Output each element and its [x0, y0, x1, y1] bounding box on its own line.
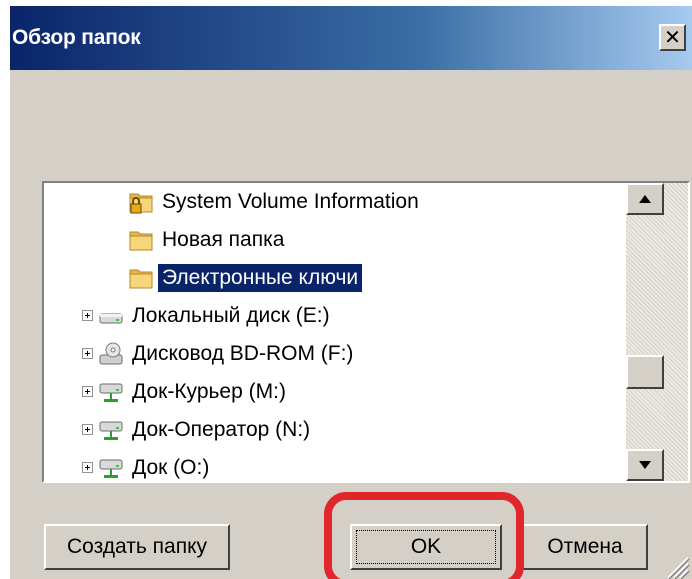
scroll-down-button[interactable] — [626, 449, 664, 481]
tree-item-electronic-keys[interactable]: Электронные ключи — [44, 259, 626, 297]
tree-item-new-folder[interactable]: Новая папка — [44, 221, 626, 259]
tree-item-label: Док (O:) — [132, 456, 210, 479]
expand-plus-icon[interactable] — [82, 348, 93, 359]
expand-plus-icon[interactable] — [82, 386, 93, 397]
tree-item-dok-operator-n[interactable]: Док-Оператор (N:) — [44, 411, 626, 449]
close-icon: ✕ — [664, 26, 681, 49]
tree-item-dok-o[interactable]: Док (O:) — [44, 449, 626, 481]
expand-plus-icon[interactable] — [82, 310, 93, 321]
expand-plus-icon[interactable] — [82, 424, 93, 435]
folder-tree[interactable]: System Volume Information Новая папка Эл… — [42, 181, 690, 483]
cancel-button[interactable]: Отмена — [522, 524, 648, 570]
tree-item-bd-rom-f[interactable]: Дисковод BD-ROM (F:) — [44, 335, 626, 373]
arrow-down-icon — [639, 461, 651, 469]
tree-item-label: Дисковод BD-ROM (F:) — [132, 342, 354, 365]
tree-item-local-disk-e[interactable]: Локальный диск (E:) — [44, 297, 626, 335]
title-bar[interactable]: Обзор папок ✕ — [10, 6, 692, 70]
browse-folders-dialog: Обзор папок ✕ System Volume Information — [10, 6, 692, 579]
ok-highlight-ring — [324, 492, 524, 579]
tree-item-system-volume-information[interactable]: System Volume Information — [44, 183, 626, 221]
optical-drive-icon — [99, 342, 123, 365]
expand-plus-icon[interactable] — [82, 462, 93, 473]
folder-tree-list: System Volume Information Новая папка Эл… — [44, 183, 626, 481]
tree-item-label: Док-Курьер (M:) — [132, 380, 286, 403]
resize-grip-icon[interactable] — [662, 552, 690, 579]
network-drive-icon — [99, 421, 123, 440]
tree-item-label: Док-Оператор (N:) — [132, 418, 311, 441]
close-button[interactable]: ✕ — [659, 24, 686, 51]
vertical-scrollbar[interactable] — [626, 183, 664, 481]
tree-item-label: Новая папка — [162, 228, 285, 251]
tree-item-label: Локальный диск (E:) — [132, 304, 330, 327]
tree-item-label-selected: Электронные ключи — [158, 264, 363, 292]
create-folder-button[interactable]: Создать папку — [44, 524, 230, 570]
scrollbar-gutter — [664, 183, 688, 481]
tree-item-label: System Volume Information — [162, 190, 419, 213]
folder-icon — [129, 231, 153, 251]
tree-item-dok-kurer-m[interactable]: Док-Курьер (M:) — [44, 373, 626, 411]
folder-icon — [129, 269, 153, 289]
network-drive-icon — [99, 459, 123, 478]
arrow-up-icon — [639, 195, 651, 203]
locked-folder-icon — [129, 193, 153, 214]
network-drive-icon — [99, 383, 123, 402]
scroll-thumb[interactable] — [626, 355, 664, 389]
hard-drive-icon — [99, 313, 123, 324]
scroll-up-button[interactable] — [626, 183, 664, 215]
dialog-title: Обзор папок — [12, 26, 141, 49]
